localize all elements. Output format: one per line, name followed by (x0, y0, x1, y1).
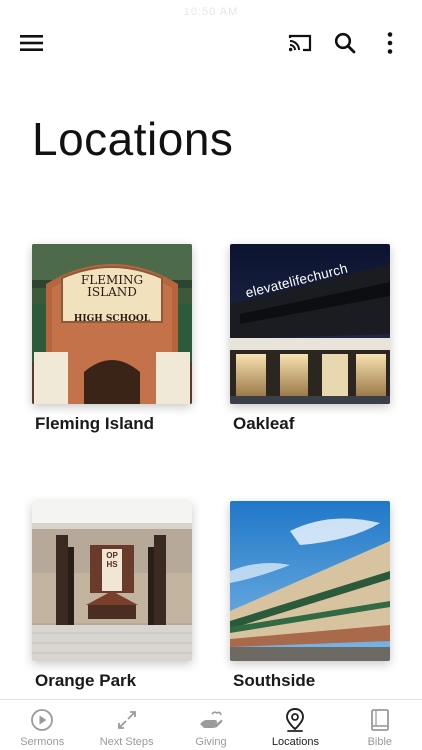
cast-icon[interactable] (284, 27, 316, 59)
location-name: Orange Park (35, 671, 137, 690)
location-name: Oakleaf (233, 414, 295, 433)
menu-icon[interactable] (16, 27, 48, 59)
location-image (230, 501, 390, 661)
location-card-orange-park[interactable]: OPHS Orange Park (32, 501, 192, 691)
sign-subtext: HIGH SCHOOL (73, 314, 151, 324)
nav-item-giving[interactable]: Giving (169, 700, 253, 750)
location-name: Fleming Island (35, 414, 155, 433)
nav-item-locations[interactable]: Locations (253, 700, 337, 750)
nav-label: Giving (195, 736, 227, 748)
sign-text: FLEMING ISLAND (80, 273, 144, 299)
nav-item-next-steps[interactable]: Next Steps (84, 700, 168, 750)
location-image: FLEMING ISLAND HIGH SCHOOL (32, 244, 192, 404)
location-card-fleming-island[interactable]: FLEMING ISLAND HIGH SCHOOL Fleming Islan… (32, 244, 192, 434)
page-title: Locations (32, 113, 234, 165)
arrows-icon (114, 707, 140, 733)
nav-item-sermons[interactable]: Sermons (0, 700, 84, 750)
giving-hand-icon (198, 707, 224, 733)
location-card-southside[interactable]: Southside (230, 501, 390, 691)
nav-label: Bible (367, 736, 393, 748)
location-card-oakleaf[interactable]: elevatelifechurch Oakleaf (230, 244, 390, 434)
book-icon (367, 707, 393, 733)
bottom-navigation: Sermons Next Steps Giving Locations Bibl… (0, 699, 422, 750)
top-app-bar (0, 24, 422, 64)
more-vert-icon[interactable] (374, 27, 406, 59)
nav-label: Next Steps (99, 736, 154, 748)
nav-label: Locations (271, 736, 319, 748)
nav-item-bible[interactable]: Bible (338, 700, 422, 750)
search-icon[interactable] (329, 27, 361, 59)
location-image: elevatelifechurch (230, 244, 390, 404)
status-time: 10:50 AM (183, 6, 239, 18)
play-circle-icon (29, 707, 55, 733)
nav-label: Sermons (20, 736, 65, 748)
banner-text: OPHS (106, 551, 118, 569)
location-name: Southside (233, 671, 316, 690)
location-pin-icon (282, 707, 308, 733)
location-image: OPHS (32, 501, 192, 661)
